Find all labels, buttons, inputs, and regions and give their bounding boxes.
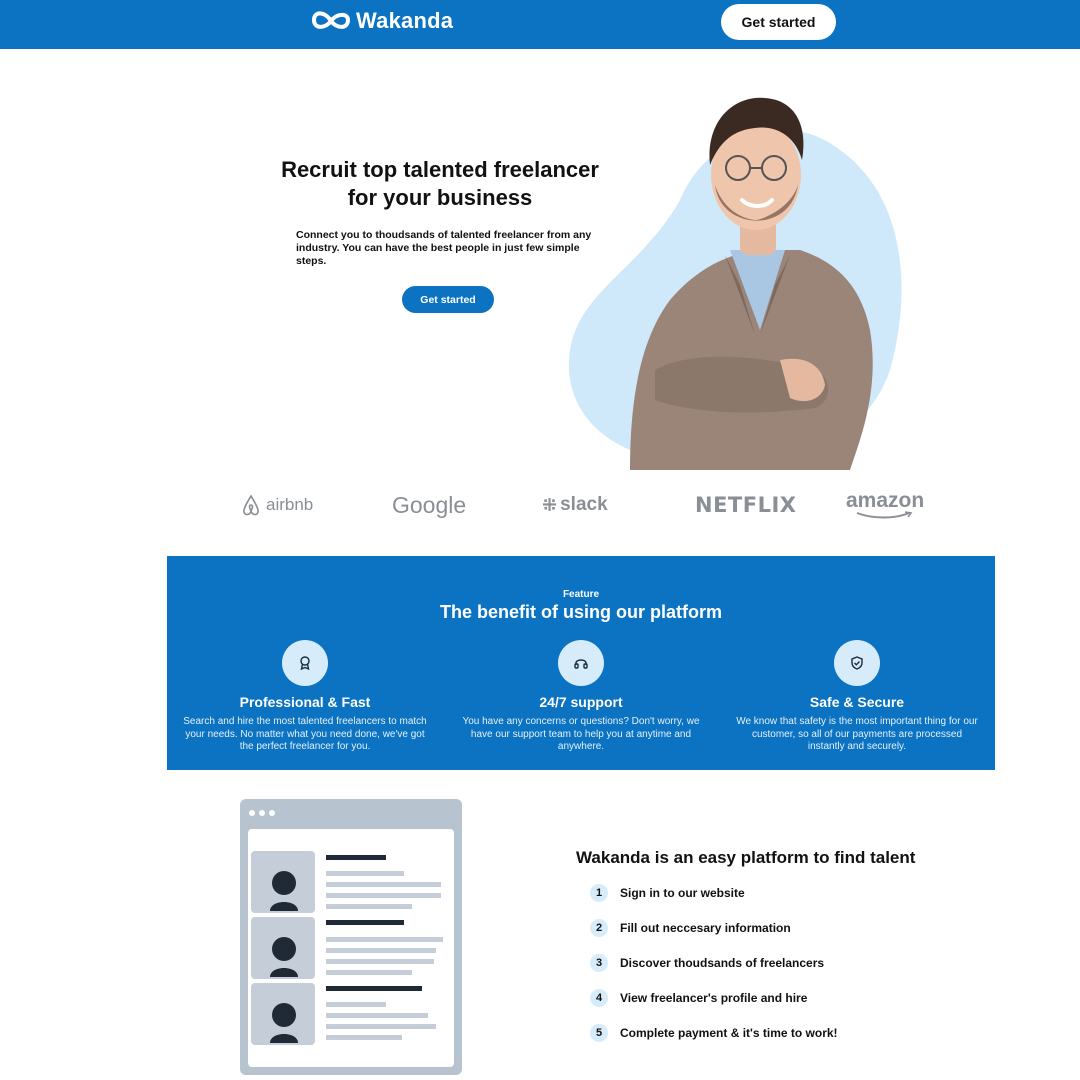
- step-number: 1: [590, 884, 608, 902]
- award-icon: [282, 640, 328, 686]
- hero-description: Connect you to thoudsands of talented fr…: [296, 229, 592, 267]
- feature-description: Search and hire the most talented freela…: [183, 716, 427, 752]
- step-item: 3 Discover thoudsands of freelancers: [590, 954, 824, 972]
- top-navbar: Wakanda Get started: [0, 0, 1080, 49]
- google-wordmark: Google: [392, 491, 467, 518]
- steps-title: Wakanda is an easy platform to find tale…: [576, 848, 916, 867]
- header-get-started-button[interactable]: Get started: [721, 4, 836, 40]
- feature-card-professional: Professional & Fast Search and hire the …: [175, 640, 435, 754]
- step-item: 1 Sign in to our website: [590, 884, 745, 902]
- slack-icon: ⁜: [542, 494, 558, 515]
- features-section: Feature The benefit of using our platfor…: [167, 556, 995, 770]
- airbnb-wordmark: airbnb: [266, 495, 314, 514]
- step-item: 4 View freelancer's profile and hire: [590, 989, 807, 1007]
- brand-name: Wakanda: [356, 8, 454, 33]
- airbnb-icon: [243, 494, 259, 516]
- amazon-smile-icon: [856, 511, 913, 519]
- step-number: 4: [590, 989, 608, 1007]
- step-label: Discover thoudsands of freelancers: [620, 956, 825, 970]
- step-item: 2 Fill out neccesary information: [590, 919, 791, 937]
- feature-description: You have any concerns or questions? Don'…: [462, 716, 700, 752]
- step-label: Fill out neccesary information: [620, 921, 791, 935]
- platform-illustration: [240, 799, 462, 1075]
- step-label: Sign in to our website: [620, 886, 745, 900]
- step-label: View freelancer's profile and hire: [620, 991, 808, 1005]
- infinity-heart-icon: [312, 11, 350, 29]
- step-number: 3: [590, 954, 608, 972]
- hero-get-started-button[interactable]: Get started: [402, 286, 494, 313]
- step-item: 5 Complete payment & it's time to work!: [590, 1024, 838, 1042]
- partner-logos: airbnb Google ⁜ slack NETFLIX amazon: [230, 485, 940, 525]
- feature-name: Safe & Secure: [809, 694, 905, 710]
- features-eyebrow: Feature: [562, 589, 600, 600]
- feature-card-support: 24/7 support You have any concerns or qu…: [451, 640, 711, 754]
- step-label: Complete payment & it's time to work!: [620, 1026, 838, 1040]
- hero-person-image: [568, 97, 902, 470]
- shield-check-icon: [834, 640, 880, 686]
- slack-wordmark: slack: [560, 494, 608, 515]
- step-number: 2: [590, 919, 608, 937]
- brand-logo[interactable]: Wakanda: [312, 8, 453, 34]
- amazon-wordmark: amazon: [846, 489, 925, 512]
- feature-name: Professional & Fast: [239, 694, 371, 710]
- amazon-logo: amazon: [846, 485, 924, 525]
- google-logo: Google: [392, 485, 466, 525]
- hero-title: Recruit top talented freelancer for your…: [281, 157, 599, 210]
- feature-card-secure: Safe & Secure We know that safety is the…: [727, 640, 987, 754]
- features-title: The benefit of using our platform: [440, 602, 722, 622]
- step-number: 5: [590, 1024, 608, 1042]
- feature-description: We know that safety is the most importan…: [736, 716, 978, 752]
- netflix-wordmark: NETFLIX: [695, 493, 797, 517]
- airbnb-logo: airbnb: [240, 485, 313, 525]
- headset-icon: [558, 640, 604, 686]
- netflix-logo: NETFLIX: [695, 485, 796, 525]
- feature-name: 24/7 support: [539, 694, 623, 710]
- slack-logo: ⁜ slack: [542, 485, 608, 525]
